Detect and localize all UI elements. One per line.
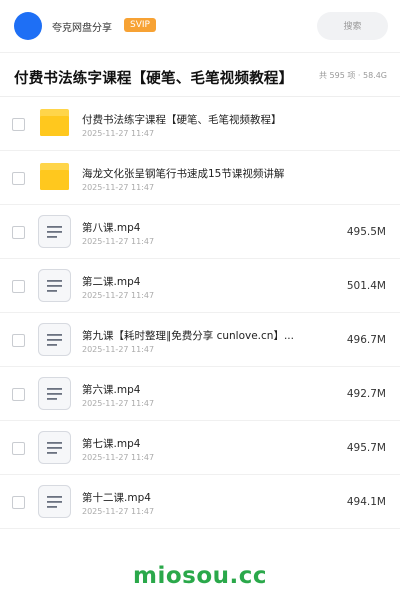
file-size: 492.7M bbox=[346, 388, 386, 400]
file-size: 494.1M bbox=[346, 496, 386, 508]
checkbox[interactable] bbox=[12, 388, 25, 401]
file-date: 2025-11-27 11:47 bbox=[82, 507, 155, 516]
file-date: 2025-11-27 11:47 bbox=[82, 183, 155, 192]
watermark: miosou.cc bbox=[132, 563, 268, 589]
file-name: 第十二课.mp4 bbox=[82, 492, 151, 504]
file-name: 第六课.mp4 bbox=[82, 384, 141, 396]
document-icon bbox=[38, 215, 71, 248]
list-item[interactable]: 海龙文化张呈钢笔行书速成15节课视频讲解 2025-11-27 11:47 bbox=[0, 151, 400, 205]
checkbox[interactable] bbox=[12, 334, 25, 347]
file-name: 第七课.mp4 bbox=[82, 438, 141, 450]
file-size: 495.5M bbox=[346, 226, 386, 238]
file-date: 2025-11-27 11:47 bbox=[82, 345, 155, 354]
list-item[interactable]: 第二课.mp4 2025-11-27 11:47 501.4M bbox=[0, 259, 400, 313]
list-item[interactable]: 第七课.mp4 2025-11-27 11:47 495.7M bbox=[0, 421, 400, 475]
checkbox[interactable] bbox=[12, 172, 25, 185]
file-date: 2025-11-27 11:47 bbox=[82, 237, 155, 246]
file-name: 第九课【耗时整理∥免费分享 cunlove.cn】... bbox=[82, 330, 294, 342]
checkbox[interactable] bbox=[12, 496, 25, 509]
file-size: 495.7M bbox=[346, 442, 386, 454]
document-icon bbox=[38, 323, 71, 356]
account-name: 夸克网盘分享 bbox=[52, 23, 112, 34]
checkbox[interactable] bbox=[12, 226, 25, 239]
file-size: 496.7M bbox=[346, 334, 386, 346]
file-date: 2025-11-27 11:47 bbox=[82, 399, 155, 408]
checkbox[interactable] bbox=[12, 118, 25, 131]
page-title: 付费书法练字课程【硬笔、毛笔视频教程】 bbox=[14, 71, 294, 87]
file-name: 第二课.mp4 bbox=[82, 276, 141, 288]
file-size: 501.4M bbox=[346, 280, 386, 292]
file-name: 海龙文化张呈钢笔行书速成15节课视频讲解 bbox=[82, 168, 285, 180]
list-item[interactable]: 第九课【耗时整理∥免费分享 cunlove.cn】... 2025-11-27 … bbox=[0, 313, 400, 367]
folder-title-row: 付费书法练字课程【硬笔、毛笔视频教程】 共 595 项 · 58.4G bbox=[0, 53, 400, 97]
checkbox[interactable] bbox=[12, 442, 25, 455]
top-bar: 夸克网盘分享 SVIP 搜索 bbox=[0, 0, 400, 52]
list-item[interactable]: 第六课.mp4 2025-11-27 11:47 492.7M bbox=[0, 367, 400, 421]
document-icon bbox=[38, 377, 71, 410]
file-name: 付费书法练字课程【硬笔、毛笔视频教程】 bbox=[82, 114, 282, 126]
file-name: 第八课.mp4 bbox=[82, 222, 141, 234]
folder-icon bbox=[40, 163, 69, 190]
list-item[interactable]: 付费书法练字课程【硬笔、毛笔视频教程】 2025-11-27 11:47 bbox=[0, 97, 400, 151]
document-icon bbox=[38, 485, 71, 518]
document-icon bbox=[38, 269, 71, 302]
search-button[interactable]: 搜索 bbox=[317, 12, 388, 40]
file-date: 2025-11-27 11:47 bbox=[82, 291, 155, 300]
svip-badge: SVIP bbox=[124, 18, 156, 32]
file-list: 付费书法练字课程【硬笔、毛笔视频教程】 2025-11-27 11:47 海龙文… bbox=[0, 97, 400, 529]
list-item[interactable]: 第十二课.mp4 2025-11-27 11:47 494.1M bbox=[0, 475, 400, 529]
document-icon bbox=[38, 431, 71, 464]
checkbox[interactable] bbox=[12, 280, 25, 293]
folder-stats: 共 595 项 · 58.4G bbox=[319, 71, 387, 80]
list-item[interactable]: 第八课.mp4 2025-11-27 11:47 495.5M bbox=[0, 205, 400, 259]
avatar[interactable] bbox=[14, 12, 42, 40]
file-date: 2025-11-27 11:47 bbox=[82, 129, 155, 138]
file-date: 2025-11-27 11:47 bbox=[82, 453, 155, 462]
folder-icon bbox=[40, 109, 69, 136]
